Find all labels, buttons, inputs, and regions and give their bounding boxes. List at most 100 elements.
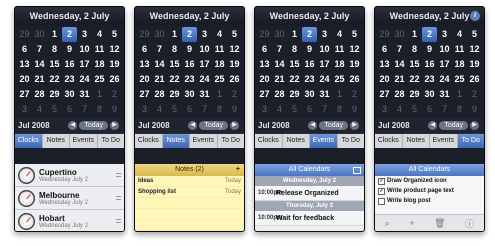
calendar-day[interactable]: 26 xyxy=(347,72,362,87)
calendar-day[interactable]: 30 xyxy=(182,87,197,102)
calendar-day[interactable]: 15 xyxy=(287,57,302,72)
calendar-day[interactable]: 2 xyxy=(62,27,77,42)
calendar-day[interactable]: 3 xyxy=(377,102,392,117)
todo-item[interactable]: ✓ Draw Organized icon xyxy=(375,176,484,186)
calendar-day[interactable]: 25 xyxy=(212,72,227,87)
calendar-day[interactable]: 31 xyxy=(317,87,332,102)
calendar-day[interactable]: 26 xyxy=(227,72,242,87)
event-item[interactable]: 10:00pm Release Organized xyxy=(255,186,364,201)
calendar-day[interactable]: 28 xyxy=(152,87,167,102)
calendar-day[interactable]: 2 xyxy=(422,27,437,42)
calendar-day[interactable]: 20 xyxy=(137,72,152,87)
calendar-day[interactable]: 30 xyxy=(422,87,437,102)
calendar-day[interactable]: 21 xyxy=(152,72,167,87)
calendar-day[interactable]: 30 xyxy=(392,27,407,42)
today-button[interactable]: Today xyxy=(79,121,108,130)
calendar-day[interactable]: 4 xyxy=(452,27,467,42)
calendar-day[interactable]: 29 xyxy=(257,27,272,42)
calendar-day[interactable]: 16 xyxy=(182,57,197,72)
tab-events[interactable]: Events xyxy=(190,134,218,148)
calendar-day[interactable]: 16 xyxy=(302,57,317,72)
drag-handle-icon[interactable] xyxy=(116,219,121,223)
info-icon[interactable]: ⓘ xyxy=(465,217,474,230)
calendar-day[interactable]: 6 xyxy=(257,42,272,57)
calendar-day[interactable]: 1 xyxy=(287,27,302,42)
calendar-day[interactable]: 18 xyxy=(452,57,467,72)
calendar-day[interactable]: 8 xyxy=(167,42,182,57)
calendar-day[interactable]: 28 xyxy=(32,87,47,102)
calendar-day[interactable]: 6 xyxy=(137,42,152,57)
calendar-day[interactable]: 17 xyxy=(197,57,212,72)
chevron-left-icon[interactable]: ◀ xyxy=(188,121,198,130)
calendar-day[interactable]: 1 xyxy=(452,87,467,102)
calendar-day[interactable]: 6 xyxy=(302,102,317,117)
tab-to-do[interactable]: To Do xyxy=(98,134,125,148)
calendar-day[interactable]: 5 xyxy=(107,27,122,42)
plus-icon[interactable]: + xyxy=(236,164,240,176)
calendar-day[interactable]: 7 xyxy=(77,102,92,117)
calendar-day[interactable]: 3 xyxy=(257,102,272,117)
chevron-left-icon[interactable]: ◀ xyxy=(68,121,78,130)
clock-row[interactable]: Hobart Wednesday July 2 xyxy=(15,210,124,231)
calendar-day[interactable]: 8 xyxy=(332,102,347,117)
calendar-day[interactable]: 8 xyxy=(452,102,467,117)
calendar-day[interactable]: 19 xyxy=(467,57,482,72)
calendar-day[interactable]: 10 xyxy=(317,42,332,57)
calendar-day[interactable]: 9 xyxy=(422,42,437,57)
calendar-day[interactable]: 30 xyxy=(302,87,317,102)
calendar-day[interactable]: 28 xyxy=(272,87,287,102)
calendar-day[interactable]: 5 xyxy=(287,102,302,117)
calendar-day[interactable]: 29 xyxy=(167,87,182,102)
calendar-day[interactable]: 20 xyxy=(257,72,272,87)
calendar-day[interactable]: 5 xyxy=(467,27,482,42)
calendar-day[interactable]: 9 xyxy=(182,42,197,57)
calendar-day[interactable]: 23 xyxy=(422,72,437,87)
calendar-day[interactable]: 26 xyxy=(467,72,482,87)
calendar-day[interactable]: 1 xyxy=(47,27,62,42)
calendar-day[interactable]: 11 xyxy=(452,42,467,57)
event-item[interactable]: 10:00pm Wait for feedback xyxy=(255,211,364,226)
calendar-day[interactable]: 6 xyxy=(377,42,392,57)
calendar-day[interactable]: 31 xyxy=(77,87,92,102)
calendar-day[interactable]: 29 xyxy=(17,27,32,42)
calendar-day[interactable]: 5 xyxy=(167,102,182,117)
calendar-day[interactable]: 22 xyxy=(167,72,182,87)
calendar-day[interactable]: 17 xyxy=(317,57,332,72)
trash-icon[interactable]: 🗑 xyxy=(434,218,445,229)
calendar-day[interactable]: 23 xyxy=(182,72,197,87)
calendar-day[interactable]: 11 xyxy=(332,42,347,57)
calendar-day[interactable]: 22 xyxy=(407,72,422,87)
calendar-day[interactable]: 3 xyxy=(17,102,32,117)
calendar-day[interactable]: 20 xyxy=(377,72,392,87)
calendar-day[interactable]: 13 xyxy=(17,57,32,72)
calendar-day[interactable]: 7 xyxy=(437,102,452,117)
calendar-day[interactable]: 24 xyxy=(77,72,92,87)
calendar-day[interactable]: 2 xyxy=(302,27,317,42)
calendar-day[interactable]: 30 xyxy=(272,27,287,42)
calendar-day[interactable]: 3 xyxy=(197,27,212,42)
today-button[interactable]: Today xyxy=(439,121,468,130)
calendar-day[interactable]: 15 xyxy=(47,57,62,72)
calendar-selector[interactable]: All Calendars xyxy=(375,164,484,176)
calendar-day[interactable]: 23 xyxy=(302,72,317,87)
calendar-day[interactable]: 5 xyxy=(347,27,362,42)
calendar-day[interactable]: 23 xyxy=(62,72,77,87)
calendar-day[interactable]: 13 xyxy=(257,57,272,72)
checkbox[interactable]: ✓ xyxy=(378,177,385,185)
calendar-day[interactable]: 17 xyxy=(77,57,92,72)
calendar-day[interactable]: 12 xyxy=(347,42,362,57)
tab-notes[interactable]: Notes xyxy=(162,134,190,148)
calendar-day[interactable]: 19 xyxy=(227,57,242,72)
calendar-day[interactable]: 6 xyxy=(17,42,32,57)
calendar-day[interactable]: 25 xyxy=(92,72,107,87)
calendar-day[interactable]: 2 xyxy=(107,87,122,102)
calendar-day[interactable]: 11 xyxy=(212,42,227,57)
today-button[interactable]: Today xyxy=(319,121,348,130)
calendar-day[interactable]: 12 xyxy=(227,42,242,57)
calendar-day[interactable]: 4 xyxy=(392,102,407,117)
calendar-day[interactable]: 4 xyxy=(272,102,287,117)
today-button[interactable]: Today xyxy=(199,121,228,130)
calendar-day[interactable]: 17 xyxy=(437,57,452,72)
calendar-day[interactable]: 7 xyxy=(317,102,332,117)
calendar-day[interactable]: 27 xyxy=(17,87,32,102)
